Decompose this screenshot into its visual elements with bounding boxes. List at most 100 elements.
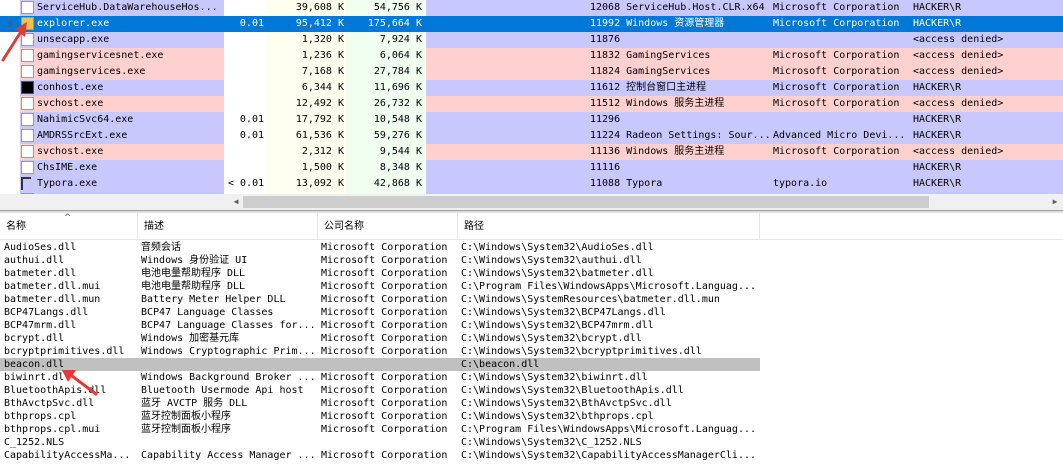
dll-path: C:\Windows\System32\C_1252.NLS [461,437,642,448]
column-header-description-label: 描述 [144,221,164,232]
process-row[interactable]: ChsIME.exe 1,500 K 8,348 K 11116 HACKER\R [0,160,1063,176]
process-company: Microsoft Corporation [773,66,900,77]
process-pid-description: 11612 控制台窗口主进程 [590,82,707,93]
process-row[interactable]: NahimicSvc64.exe 0.01 17,792 K 10,548 K 1129… [0,112,1063,128]
dll-row[interactable]: bthprops.cpl.mui 蓝牙控制面板小程序 Microsoft Corpo… [0,423,1063,436]
process-cpu [228,160,264,176]
process-row[interactable]: explorer.exe 0.01 95,412 K 175,664 K 11992 W… [0,16,1063,32]
process-company [773,32,909,48]
process-name: AMDRSSrcExt.exe [37,130,128,141]
dll-row[interactable]: BluetoothApis.dll Bluetooth Usermode Api … [0,384,1063,397]
dll-description: 音频会话 [141,242,181,253]
process-private-bytes: 1,236 K [301,50,344,61]
process-pid-description: 11088 Typora [590,178,663,189]
process-cpu [228,96,264,112]
annotation-arrow-icon-2 [62,370,98,396]
dll-name: bcryptprimitives.dll [4,346,125,357]
scrollbar-thumb[interactable] [243,196,929,208]
dll-company [321,358,457,371]
process-row[interactable]: unsecapp.exe 1,320 K 7,924 K 11876 <access d… [0,32,1063,48]
process-row[interactable]: gamingservices.exe 7,168 K 27,784 K 11824 G… [0,64,1063,80]
dll-path: C:\Windows\System32\AudioSes.dll [461,242,654,253]
process-cpu [228,32,264,48]
process-user: <access denied> [913,50,1004,61]
process-user: HACKER\R [913,2,962,13]
process-private-bytes: 61,536 K [295,130,344,141]
dll-row[interactable]: BCP47mrm.dll BCP47 Language Classes for..… [0,319,1063,332]
dll-row[interactable]: authui.dll Windows 身份验证 UI Microsoft Corpo… [0,254,1063,267]
process-company [773,112,909,128]
dll-name: authui.dll [4,255,65,266]
dll-company: Microsoft Corporation [321,320,448,331]
column-header-description[interactable]: 描述 [138,213,318,240]
dll-row[interactable]: batmeter.dll.mui 电池电量帮助程序 DLL Microsoft Co… [0,280,1063,293]
process-working-set: 175,664 K [367,18,422,29]
process-list[interactable]: ServiceHub.DataWarehouseHos... 39,608 K 54… [0,0,1063,210]
dll-path: C:\Windows\System32\BluetoothApis.dll [461,385,684,396]
process-row[interactable]: svchost.exe 12,492 K 26,732 K 11512 Windows… [0,96,1063,112]
process-cpu: 0.01 [239,18,264,29]
dll-row[interactable]: biwinrt.dll Windows Background Broker ...… [0,371,1063,384]
app-icon [21,129,34,142]
horizontal-scrollbar[interactable]: ◀ ▶ [0,194,1063,210]
process-private-bytes: 39,608 K [295,2,344,13]
process-company [773,160,909,176]
dll-row[interactable]: bcryptprimitives.dll Windows Cryptographi… [0,345,1063,358]
process-private-bytes: 12,492 K [295,98,344,109]
process-row[interactable]: ServiceHub.DataWarehouseHos... 39,608 K 54… [0,0,1063,16]
process-user: HACKER\R [913,82,962,93]
dll-company: Microsoft Corporation [321,255,448,266]
process-row[interactable]: svchost.exe 2,312 K 9,544 K 11136 Windows 服… [0,144,1063,160]
dll-company: Microsoft Corporation [321,372,448,383]
process-company: Microsoft Corporation [773,50,900,61]
process-working-set: 6,064 K [379,50,422,61]
app-icon [21,65,34,78]
dll-row[interactable]: C_1252.NLS C:\Windows\System32\C_1252.NLS [0,436,1063,449]
dll-row[interactable]: batmeter.dll 电池电量帮助程序 DLL Microsoft Corpor… [0,267,1063,280]
process-row[interactable]: AMDRSSrcExt.exe 0.01 61,536 K 59,276 K 11224… [0,128,1063,144]
dll-row-highlighted[interactable]: beacon.dll C:\beacon.dll [0,358,1063,371]
process-company: Microsoft Corporation [773,2,900,13]
dll-name: batmeter.dll.mui [4,281,101,292]
dll-row[interactable]: batmeter.dll.mun Battery Meter Helper DLL… [0,293,1063,306]
process-working-set: 59,276 K [373,130,422,141]
dll-company: Microsoft Corporation [321,385,448,396]
dll-row[interactable]: BCP47Langs.dll BCP47 Language Classes Micr… [0,306,1063,319]
dll-list[interactable]: 名称 ^ 描述 公司名称 路径 AudioSes.dll 音频会话 Microsof… [0,213,1063,465]
dll-row[interactable]: bthprops.cpl 蓝牙控制面板小程序 Microsoft Corporati… [0,410,1063,423]
dll-path: C:\beacon.dll [461,359,540,370]
process-user: HACKER\R [913,130,962,141]
dll-description: Windows 身份验证 UI [141,255,248,266]
process-cpu [228,80,264,96]
dll-description [141,436,316,449]
process-name: explorer.exe [37,18,110,29]
process-user: HACKER\R [913,18,962,29]
process-pid-description: 11876 [590,34,621,45]
dll-path: C:\Windows\System32\BCP47mrm.dll [461,320,654,331]
dll-row[interactable]: AudioSes.dll 音频会话 Microsoft Corporation C:\… [0,241,1063,254]
scroll-left-arrow-icon[interactable]: ◀ [230,196,242,208]
column-header-path[interactable]: 路径 [458,213,760,240]
dll-row[interactable]: CapabilityAccessMa... Capability Access M… [0,449,1063,462]
process-private-bytes: 17,792 K [295,114,344,125]
process-working-set: 9,544 K [379,146,422,157]
dll-company: Microsoft Corporation [321,294,448,305]
process-private-bytes: 1,500 K [301,162,344,173]
process-working-set: 8,348 K [379,162,422,173]
process-user: <access denied> [913,66,1004,77]
app-icon [21,97,34,110]
column-header-name[interactable]: 名称 ^ [0,213,138,240]
process-row[interactable]: Typora.exe < 0.01 13,092 K 42,868 K 11088 Ty… [0,176,1063,192]
dll-name: bthprops.cpl [4,411,77,422]
process-row[interactable]: conhost.exe 6,344 K 11,696 K 11612 控制台窗口主进程… [0,80,1063,96]
dll-row[interactable]: bcrypt.dll Windows 加密基元库 Microsoft Corpora… [0,332,1063,345]
process-working-set: 26,732 K [373,98,422,109]
process-company: Microsoft Corporation [773,146,900,157]
column-header-name-label: 名称 [6,221,26,232]
console-icon [21,81,34,94]
scroll-right-arrow-icon[interactable]: ▶ [1049,196,1061,208]
dll-path: C:\Windows\System32\CapabilityAccessMana… [461,450,757,461]
process-row[interactable]: gamingservicesnet.exe 1,236 K 6,064 K 11832… [0,48,1063,64]
dll-row[interactable]: BthAvctpSvc.dll 蓝牙 AVCTP 服务 DLL Microsoft … [0,397,1063,410]
column-header-company[interactable]: 公司名称 [318,213,458,240]
